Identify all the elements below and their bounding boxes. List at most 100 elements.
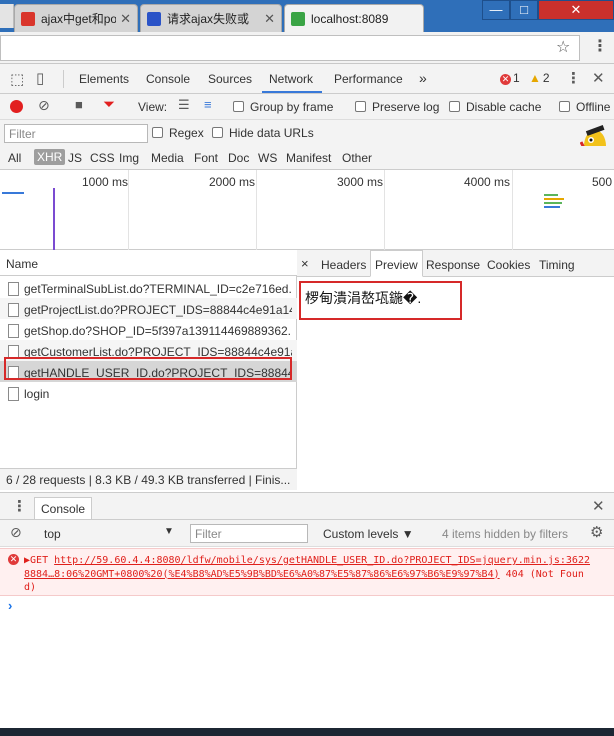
clear-console-icon[interactable]: ⊘ (10, 524, 22, 541)
request-row[interactable]: login (0, 382, 297, 403)
error-icon: ✕ (500, 74, 511, 85)
type-filter-manifest[interactable]: Manifest (286, 151, 331, 165)
name-column-header[interactable]: Name (0, 250, 297, 276)
close-window-button[interactable]: ✕ (538, 0, 614, 20)
close-drawer-icon[interactable]: ✕ (592, 497, 605, 515)
minimize-button[interactable]: — (482, 0, 510, 20)
tab-strip-corner (0, 4, 14, 28)
network-filter-row: Filter Regex Hide data URLs (0, 120, 614, 146)
offline-checkbox[interactable]: Offline (559, 100, 610, 114)
tab-headers[interactable]: Headers (321, 250, 366, 277)
timeline-tick: 3000 ms (337, 175, 384, 189)
request-list: Name getTerminalSubList.do?TERMINAL_ID=c… (0, 250, 297, 490)
request-row[interactable]: getProjectList.do?PROJECT_IDS=88844c4e91… (0, 298, 297, 319)
hide-data-urls-label: Hide data URLs (229, 126, 314, 140)
request-row[interactable]: getCustomerList.do?PROJECT_IDS=88844c4e9… (0, 340, 297, 361)
file-icon (8, 324, 19, 338)
resource-type-filters: All XHR JS CSS Img Media Font Doc WS Man… (0, 146, 614, 170)
request-row[interactable]: getTerminalSubList.do?TERMINAL_ID=c2e716… (0, 277, 297, 298)
checkbox-box[interactable] (449, 101, 460, 112)
error-source-link[interactable]: jquery.min.js:3622 (482, 554, 590, 568)
tab-cookies[interactable]: Cookies (487, 250, 530, 277)
bookmark-star-icon[interactable]: ☆ (556, 37, 570, 57)
type-filter-ws[interactable]: WS (258, 151, 277, 165)
devtools-menu-icon[interactable]: ⋮ (566, 69, 581, 87)
close-detail-icon[interactable]: × (301, 250, 309, 277)
active-tab-indicator (262, 91, 322, 93)
url-input[interactable] (0, 35, 580, 61)
browser-menu-icon[interactable]: ⋮ (592, 36, 608, 56)
checkbox-box[interactable] (152, 127, 163, 138)
console-filter-input[interactable]: Filter (190, 524, 308, 543)
error-warning-counter[interactable]: ✕ 1 ▲ 2 (500, 71, 550, 85)
console-prompt[interactable]: › (8, 598, 12, 613)
tab-elements[interactable]: Elements (79, 72, 129, 86)
tab-preview[interactable]: Preview (370, 250, 423, 277)
type-filter-xhr[interactable]: XHR (34, 149, 66, 165)
type-filter-css[interactable]: CSS (90, 151, 115, 165)
maximize-button[interactable]: □ (510, 0, 538, 20)
type-filter-other[interactable]: Other (342, 151, 372, 165)
tab-console[interactable]: Console (146, 72, 190, 86)
drawer-tab-console[interactable]: Console (34, 497, 93, 519)
tab-timing[interactable]: Timing (539, 250, 575, 277)
view-label: View: (138, 100, 168, 114)
address-bar: ☆ ⋮ (0, 32, 614, 64)
filter-funnel-icon[interactable]: ⏷ (103, 96, 115, 113)
network-filter-input[interactable]: Filter (4, 124, 148, 143)
context-selector[interactable]: top (44, 527, 61, 541)
close-tab-icon[interactable]: ✕ (120, 11, 131, 27)
red-c-icon (21, 11, 35, 26)
device-toolbar-icon[interactable]: ▯ (36, 69, 44, 87)
checkbox-box[interactable] (212, 127, 223, 138)
checkbox-box[interactable] (559, 101, 570, 112)
group-by-frame-checkbox[interactable]: Group by frame (233, 100, 333, 114)
waterfall-icon[interactable]: ≡ (204, 97, 212, 112)
file-icon (8, 345, 19, 359)
browser-tab-2[interactable]: 请求ajax失败或 ✕ (140, 4, 282, 32)
browser-tab-title: 请求ajax失败或 (167, 12, 250, 26)
type-filter-media[interactable]: Media (151, 151, 184, 165)
type-filter-font[interactable]: Font (194, 151, 218, 165)
disable-cache-checkbox[interactable]: Disable cache (449, 100, 541, 114)
file-icon (8, 387, 19, 401)
regex-checkbox[interactable]: Regex (152, 126, 204, 140)
console-toolbar: ⊘ top ▼ Filter Custom levels ▼ 4 items h… (0, 520, 614, 547)
tab-network[interactable]: Network (269, 72, 313, 86)
timeline-gridline (256, 170, 257, 250)
checkbox-box[interactable] (233, 101, 244, 112)
check-icon (291, 11, 305, 26)
close-devtools-icon[interactable]: ✕ (592, 69, 605, 87)
timeline-gridline (512, 170, 513, 250)
browser-tab-3[interactable]: localhost:8089 (284, 4, 424, 32)
timeline-tick: 4000 ms (464, 175, 511, 189)
type-filter-js[interactable]: JS (68, 151, 82, 165)
type-filter-doc[interactable]: Doc (228, 151, 249, 165)
tab-sources[interactable]: Sources (208, 72, 252, 86)
error-url-link[interactable]: http://59.60.4.4:8080/ldfw/mobile/sys/ge… (24, 555, 500, 580)
large-rows-icon[interactable]: ☰ (178, 97, 190, 113)
record-icon[interactable] (10, 100, 23, 113)
preserve-log-checkbox[interactable]: Preserve log (355, 100, 439, 114)
inspect-element-icon[interactable]: ⬚ (10, 70, 24, 88)
type-filter-img[interactable]: Img (119, 151, 139, 165)
clear-icon[interactable]: ⊘ (38, 97, 50, 114)
tab-response[interactable]: Response (426, 250, 480, 277)
context-dropdown-icon[interactable]: ▼ (164, 526, 174, 537)
console-settings-gear-icon[interactable]: ⚙ (590, 523, 603, 541)
offline-label: Offline (576, 100, 611, 114)
checkbox-box[interactable] (355, 101, 366, 112)
network-overview-timeline[interactable]: 1000 ms 2000 ms 3000 ms 4000 ms 500 (0, 170, 614, 250)
more-tabs-icon[interactable]: » (419, 70, 427, 86)
type-filter-all[interactable]: All (8, 151, 21, 165)
request-row-selected[interactable]: getHANDLE_USER_ID.do?PROJECT_IDS=88844c4… (0, 361, 297, 382)
screenshot-camera-icon[interactable]: ■ (75, 97, 83, 112)
request-row[interactable]: getShop.do?SHOP_ID=5f397a139114469889362… (0, 319, 297, 340)
close-tab-icon[interactable]: ✕ (264, 11, 275, 27)
warning-icon: ▲ (529, 71, 541, 85)
drawer-menu-icon[interactable]: ⋮ (12, 497, 27, 515)
log-levels-dropdown[interactable]: Custom levels ▼ (323, 527, 414, 541)
tab-performance[interactable]: Performance (334, 72, 403, 86)
hide-data-urls-checkbox[interactable]: Hide data URLs (212, 126, 314, 140)
browser-tab-1[interactable]: ajax中get和pos ✕ (14, 4, 138, 32)
